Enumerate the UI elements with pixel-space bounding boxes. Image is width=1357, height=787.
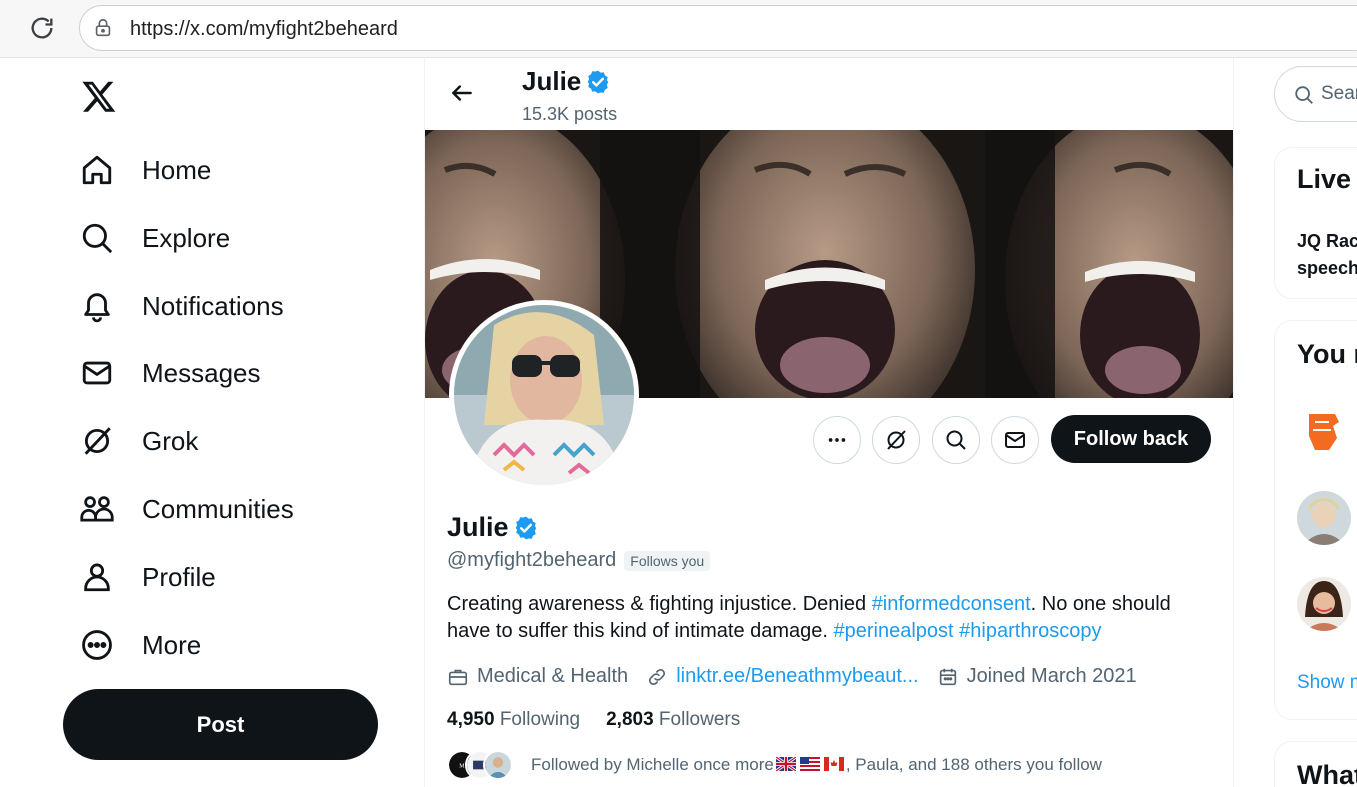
handle-row: @myfight2beheard Follows you xyxy=(447,549,711,572)
nav-messages-label: Messages xyxy=(142,357,261,388)
following-count: 4,950 xyxy=(447,709,495,730)
message-button[interactable] xyxy=(991,416,1039,464)
live-item-line-2[interactable]: speech xyxy=(1297,255,1357,282)
reload-icon[interactable] xyxy=(28,14,56,42)
lock-icon[interactable] xyxy=(92,17,114,39)
calendar-icon xyxy=(939,668,956,685)
show-more-link[interactable]: Show m xyxy=(1297,672,1357,694)
mail-icon xyxy=(1005,432,1025,448)
bio-text: Creating awareness & fighting injustice.… xyxy=(447,593,872,615)
url-text: https://x.com/myfight2beheard xyxy=(130,18,398,40)
who-to-follow-card: You m Show m xyxy=(1274,320,1357,720)
link-icon xyxy=(649,668,666,685)
us-flag-icon xyxy=(799,757,820,771)
more-options-button[interactable] xyxy=(813,416,861,464)
nav-explore[interactable]: Explore xyxy=(78,213,230,263)
followers-label: Followers xyxy=(658,709,741,730)
canada-flag-icon xyxy=(823,757,844,771)
profile-name-row: Julie xyxy=(447,512,539,543)
nav-profile-label: Profile xyxy=(142,561,216,592)
category-label: Medical & Health xyxy=(477,665,629,687)
more-horizontal-icon xyxy=(828,438,846,442)
whats-happening-card: What xyxy=(1274,741,1357,787)
profile-link[interactable]: linktr.ee/Beneathmybeaut... xyxy=(646,665,919,688)
person-icon xyxy=(78,558,116,596)
suggested-account-avatar[interactable] xyxy=(1297,577,1351,631)
nav-grok-label: Grok xyxy=(142,425,199,456)
profile-column: Julie 15.3K posts Follow back Julie @myf… xyxy=(424,58,1234,787)
follow-back-button[interactable]: Follow back xyxy=(1051,415,1211,463)
follow-counts: 4,950 Following 2,803 Followers xyxy=(447,709,766,731)
search-icon xyxy=(1295,86,1313,104)
nav-more[interactable]: More xyxy=(78,620,201,670)
hashtag-link[interactable]: #informedconsent xyxy=(872,593,1031,615)
nav-home[interactable]: Home xyxy=(78,145,211,195)
search-icon xyxy=(946,430,966,450)
nav-communities-label: Communities xyxy=(142,493,294,524)
nav-notifications[interactable]: Notifications xyxy=(78,281,284,331)
grok-profile-button[interactable] xyxy=(872,416,920,464)
nav-profile[interactable]: Profile xyxy=(78,552,216,602)
followed-by-text: Followed by Michelle once more , Paula, a… xyxy=(531,755,1102,775)
header-title: Julie xyxy=(522,66,611,97)
search-profile-button[interactable] xyxy=(932,416,980,464)
address-bar[interactable]: https://x.com/myfight2beheard xyxy=(79,5,1357,51)
x-logo-icon[interactable] xyxy=(80,78,118,114)
profile-handle: @myfight2beheard xyxy=(447,549,617,571)
briefcase-icon xyxy=(448,669,468,685)
followed-by-part-2: , Paula, and 188 others you follow xyxy=(845,755,1102,774)
search-placeholder: Sear xyxy=(1321,83,1357,104)
header-name: Julie xyxy=(522,66,582,96)
bell-icon xyxy=(78,287,116,325)
follows-you-badge: Follows you xyxy=(624,550,711,571)
nav-more-label: More xyxy=(142,629,202,660)
link-text[interactable]: linktr.ee/Beneathmybeaut... xyxy=(676,665,918,688)
followers-count-link[interactable]: 2,803 Followers xyxy=(606,709,740,731)
whats-happening-title: What xyxy=(1297,760,1357,787)
hashtag-link[interactable]: #perinealpost xyxy=(834,620,954,642)
live-item-line-1[interactable]: JQ Rac xyxy=(1297,228,1357,255)
following-count-link[interactable]: 4,950 Following xyxy=(447,709,580,731)
followers-count: 2,803 xyxy=(606,709,654,730)
nav-notifications-label: Notifications xyxy=(142,290,284,321)
back-arrow-icon[interactable] xyxy=(449,80,475,106)
nav-grok[interactable]: Grok xyxy=(78,416,198,466)
verified-badge-icon[interactable] xyxy=(513,515,539,541)
nav-messages[interactable]: Messages xyxy=(78,348,261,398)
search-icon xyxy=(78,219,116,257)
nav-explore-label: Explore xyxy=(142,222,231,253)
header-post-count: 15.3K posts xyxy=(522,104,618,124)
grok-icon xyxy=(887,430,906,450)
profile-meta: Medical & Health linktr.ee/Beneathmybeau… xyxy=(447,665,1155,688)
follower-avatar xyxy=(483,750,513,780)
search-input[interactable]: Sear xyxy=(1274,66,1357,122)
grok-icon xyxy=(78,422,116,460)
profile-joined: Joined March 2021 xyxy=(937,665,1137,688)
more-circle-icon xyxy=(78,626,116,664)
followed-by-part-1: Followed by Michelle once more xyxy=(531,755,774,774)
live-card-title: Live o xyxy=(1297,164,1357,194)
following-label: Following xyxy=(499,709,581,730)
live-card: Live o JQ Rac speech xyxy=(1274,147,1357,299)
joined-label: Joined March 2021 xyxy=(966,665,1137,687)
profile-category: Medical & Health xyxy=(447,665,628,688)
suggested-account-avatar[interactable] xyxy=(1297,491,1351,545)
browser-toolbar: https://x.com/myfight2beheard xyxy=(0,0,1357,58)
nav-home-label: Home xyxy=(142,154,212,185)
who-to-follow-title: You m xyxy=(1297,339,1357,369)
verified-badge-icon xyxy=(587,70,609,93)
profile-name: Julie xyxy=(447,512,509,542)
hashtag-link[interactable]: #hiparthroscopy xyxy=(959,620,1101,642)
home-icon xyxy=(78,151,116,189)
uk-flag-icon xyxy=(775,757,796,771)
profile-avatar[interactable] xyxy=(449,300,639,490)
nav-communities[interactable]: Communities xyxy=(78,484,294,534)
post-button[interactable]: Post xyxy=(63,689,378,760)
profile-bio: Creating awareness & fighting injustice.… xyxy=(447,591,1217,645)
communities-icon xyxy=(78,490,116,528)
suggested-account-avatar[interactable] xyxy=(1297,404,1351,458)
followed-by-row[interactable]: M Followed by Michelle once more, Paula,… xyxy=(447,750,1102,780)
mail-icon xyxy=(78,354,116,392)
